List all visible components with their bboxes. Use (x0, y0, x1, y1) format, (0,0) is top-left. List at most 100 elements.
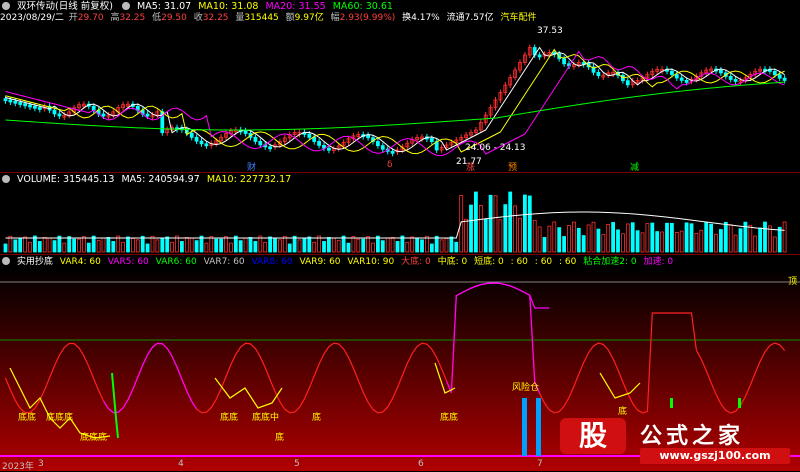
candle (380, 145, 385, 150)
volume-bar (469, 204, 473, 253)
candle (317, 141, 322, 146)
candle (375, 141, 380, 147)
volume-bar (714, 233, 718, 253)
volume-bar (371, 242, 375, 253)
volume-bar (243, 237, 248, 253)
volume-bar (498, 219, 503, 253)
volume-bar (728, 224, 733, 253)
volume-bar (356, 238, 361, 253)
volume-bar (380, 240, 385, 253)
volume-bar (165, 236, 170, 253)
volume-bar (135, 239, 140, 253)
volume-bar (145, 243, 150, 253)
candle (390, 150, 395, 154)
volume-bar (238, 240, 243, 253)
indicator-header: 实用抄底 VAR4: 60 VAR5: 60 VAR6: 60 VAR7: 60… (0, 256, 677, 268)
v60a: : 60 (510, 257, 528, 267)
volume-bar (336, 240, 341, 253)
volume-bar (488, 194, 493, 253)
volume-bar (361, 238, 366, 253)
di-label: 底底底 (46, 413, 74, 423)
candle (326, 147, 331, 151)
volume-bar (572, 221, 576, 253)
volume-bar (660, 231, 664, 253)
volume-bar (523, 194, 527, 253)
volume-bar (581, 235, 586, 253)
volume-bar (674, 232, 679, 253)
volume-bar (611, 222, 615, 253)
volume-bar (390, 236, 395, 253)
price-chart[interactable] (0, 0, 800, 172)
volume-bar (679, 230, 684, 253)
volume-bar (37, 241, 42, 253)
volume-bar (405, 241, 410, 253)
volume-bar (635, 230, 640, 253)
volume-bar (772, 236, 777, 253)
candle (3, 98, 8, 102)
volume-bar (758, 227, 762, 253)
volume-bar (3, 243, 8, 253)
di-label: 底底中 (252, 413, 280, 423)
blue-bar (522, 398, 527, 456)
volume-bar (601, 234, 606, 253)
volume-indicator-separator (0, 254, 800, 255)
volume-bar (184, 236, 189, 253)
nianhe: 粘合加速2: 0 (583, 257, 637, 267)
volume-bar (444, 238, 449, 253)
candle (28, 104, 32, 108)
volume-bar (72, 238, 76, 253)
ma20-line (5, 50, 785, 157)
volume-bar (209, 236, 214, 253)
volume-bar (684, 222, 689, 253)
volume-bar (616, 229, 620, 253)
volume-bar (47, 237, 52, 253)
volume-bar (77, 238, 81, 253)
volume-bar (302, 238, 307, 253)
ma10-line (5, 48, 785, 155)
candle (772, 70, 777, 76)
volume-bar (763, 221, 767, 253)
v60c: : 60 (559, 257, 577, 267)
volume-bar (307, 236, 312, 253)
candle (537, 54, 542, 58)
volume-bar (493, 195, 498, 253)
volume-bar (748, 224, 753, 253)
volume-bar (273, 238, 277, 253)
candle (145, 113, 150, 117)
volume-bar (263, 241, 268, 253)
volume-bar (478, 205, 483, 253)
var6: VAR6: 60 (155, 257, 197, 267)
watermark-logo: 股 (560, 418, 626, 454)
candle (679, 77, 684, 81)
candle (733, 79, 738, 82)
volume-bar (420, 239, 424, 253)
di-label: 底底 (220, 413, 239, 423)
volume-bar (591, 221, 596, 253)
volume-bar (322, 241, 326, 253)
candle (312, 136, 317, 142)
volume-chart[interactable] (0, 172, 800, 254)
volume-bar (640, 232, 645, 253)
var10: VAR10: 90 (347, 257, 395, 267)
event-star[interactable]: δ (387, 160, 393, 170)
volume-bar (689, 223, 694, 253)
candle (782, 77, 787, 81)
volume-bar (214, 238, 219, 253)
volume-bar (434, 235, 439, 253)
volume-bar (189, 237, 194, 253)
indicator-menu-icon[interactable] (2, 257, 10, 265)
volume-bar (709, 223, 713, 253)
volume-bar (503, 204, 508, 253)
volume-bar (179, 241, 184, 253)
volume-bar (331, 237, 336, 253)
candle (670, 70, 674, 75)
risk-label: 风险仓 (512, 383, 540, 393)
candle (199, 140, 204, 145)
volume-bar (537, 226, 542, 253)
candle (37, 107, 42, 110)
x-axis-month: 3 (38, 459, 44, 469)
candle (562, 58, 566, 65)
candle (596, 71, 601, 76)
volume-bar (694, 232, 699, 253)
volume-bar (130, 238, 135, 253)
